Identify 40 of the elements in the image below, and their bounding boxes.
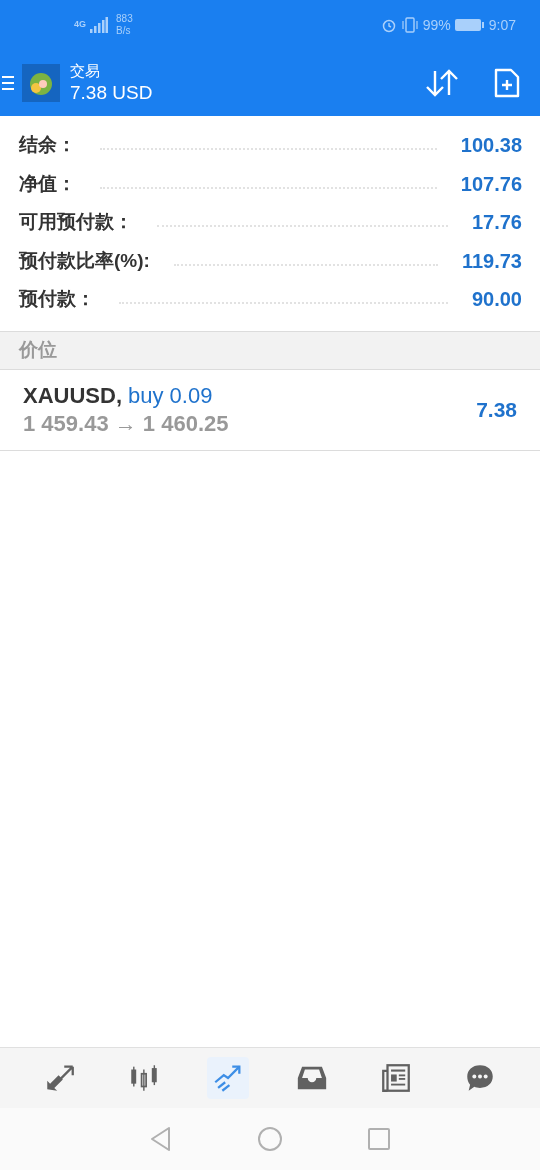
position-prices: 1 459.43 → 1 460.25 [23,409,229,438]
sort-arrows-icon [424,68,460,98]
recents-icon [367,1127,391,1151]
position-symbol: XAUUSD, [23,381,122,410]
summary-label: 预付款比率(%): [19,248,150,273]
summary-value: 17.76 [471,210,522,236]
account-profit: 7.38 USD [70,81,153,105]
battery-icon [454,18,485,32]
add-document-icon [494,68,520,98]
app-logo-icon [22,64,60,102]
signal-icon [90,17,108,33]
newspaper-icon [379,1061,413,1095]
back-button[interactable] [149,1126,173,1152]
summary-label: 结余： [19,133,76,157]
section-header: 价位 [0,330,540,370]
new-order-button[interactable] [494,68,520,98]
vibrate-icon [400,17,419,33]
nav-tab[interactable] [207,1057,249,1099]
network-type: 4G [74,18,86,32]
network-speed: 883 [116,13,133,25]
speed-unit: B/s [116,25,132,37]
summary-value: 100.38 [460,133,522,159]
alarm-icon [380,17,397,33]
summary-value: 119.73 [461,248,522,274]
summary-value: 90.00 [471,287,522,313]
sort-button[interactable] [424,68,460,98]
home-button[interactable] [257,1126,283,1152]
summary-label: 净值： [19,171,76,196]
position-order: buy 0.09 [128,381,213,410]
position-row[interactable]: XAUUSD, buy 0.09 1 459.43 → 1 460.25 7.38 [0,369,540,451]
battery-percent: 99% [422,15,451,35]
summary-label: 预付款： [19,287,95,311]
summary-label: 可用预付款： [19,210,133,234]
screen-title: 交易 [70,61,101,81]
summary-value: 107.76 [460,171,522,197]
home-icon [257,1126,283,1152]
position-profit: 7.38 [476,396,517,423]
clock-time: 9:07 [488,15,516,35]
back-icon [149,1126,173,1152]
recents-button[interactable] [367,1127,391,1151]
